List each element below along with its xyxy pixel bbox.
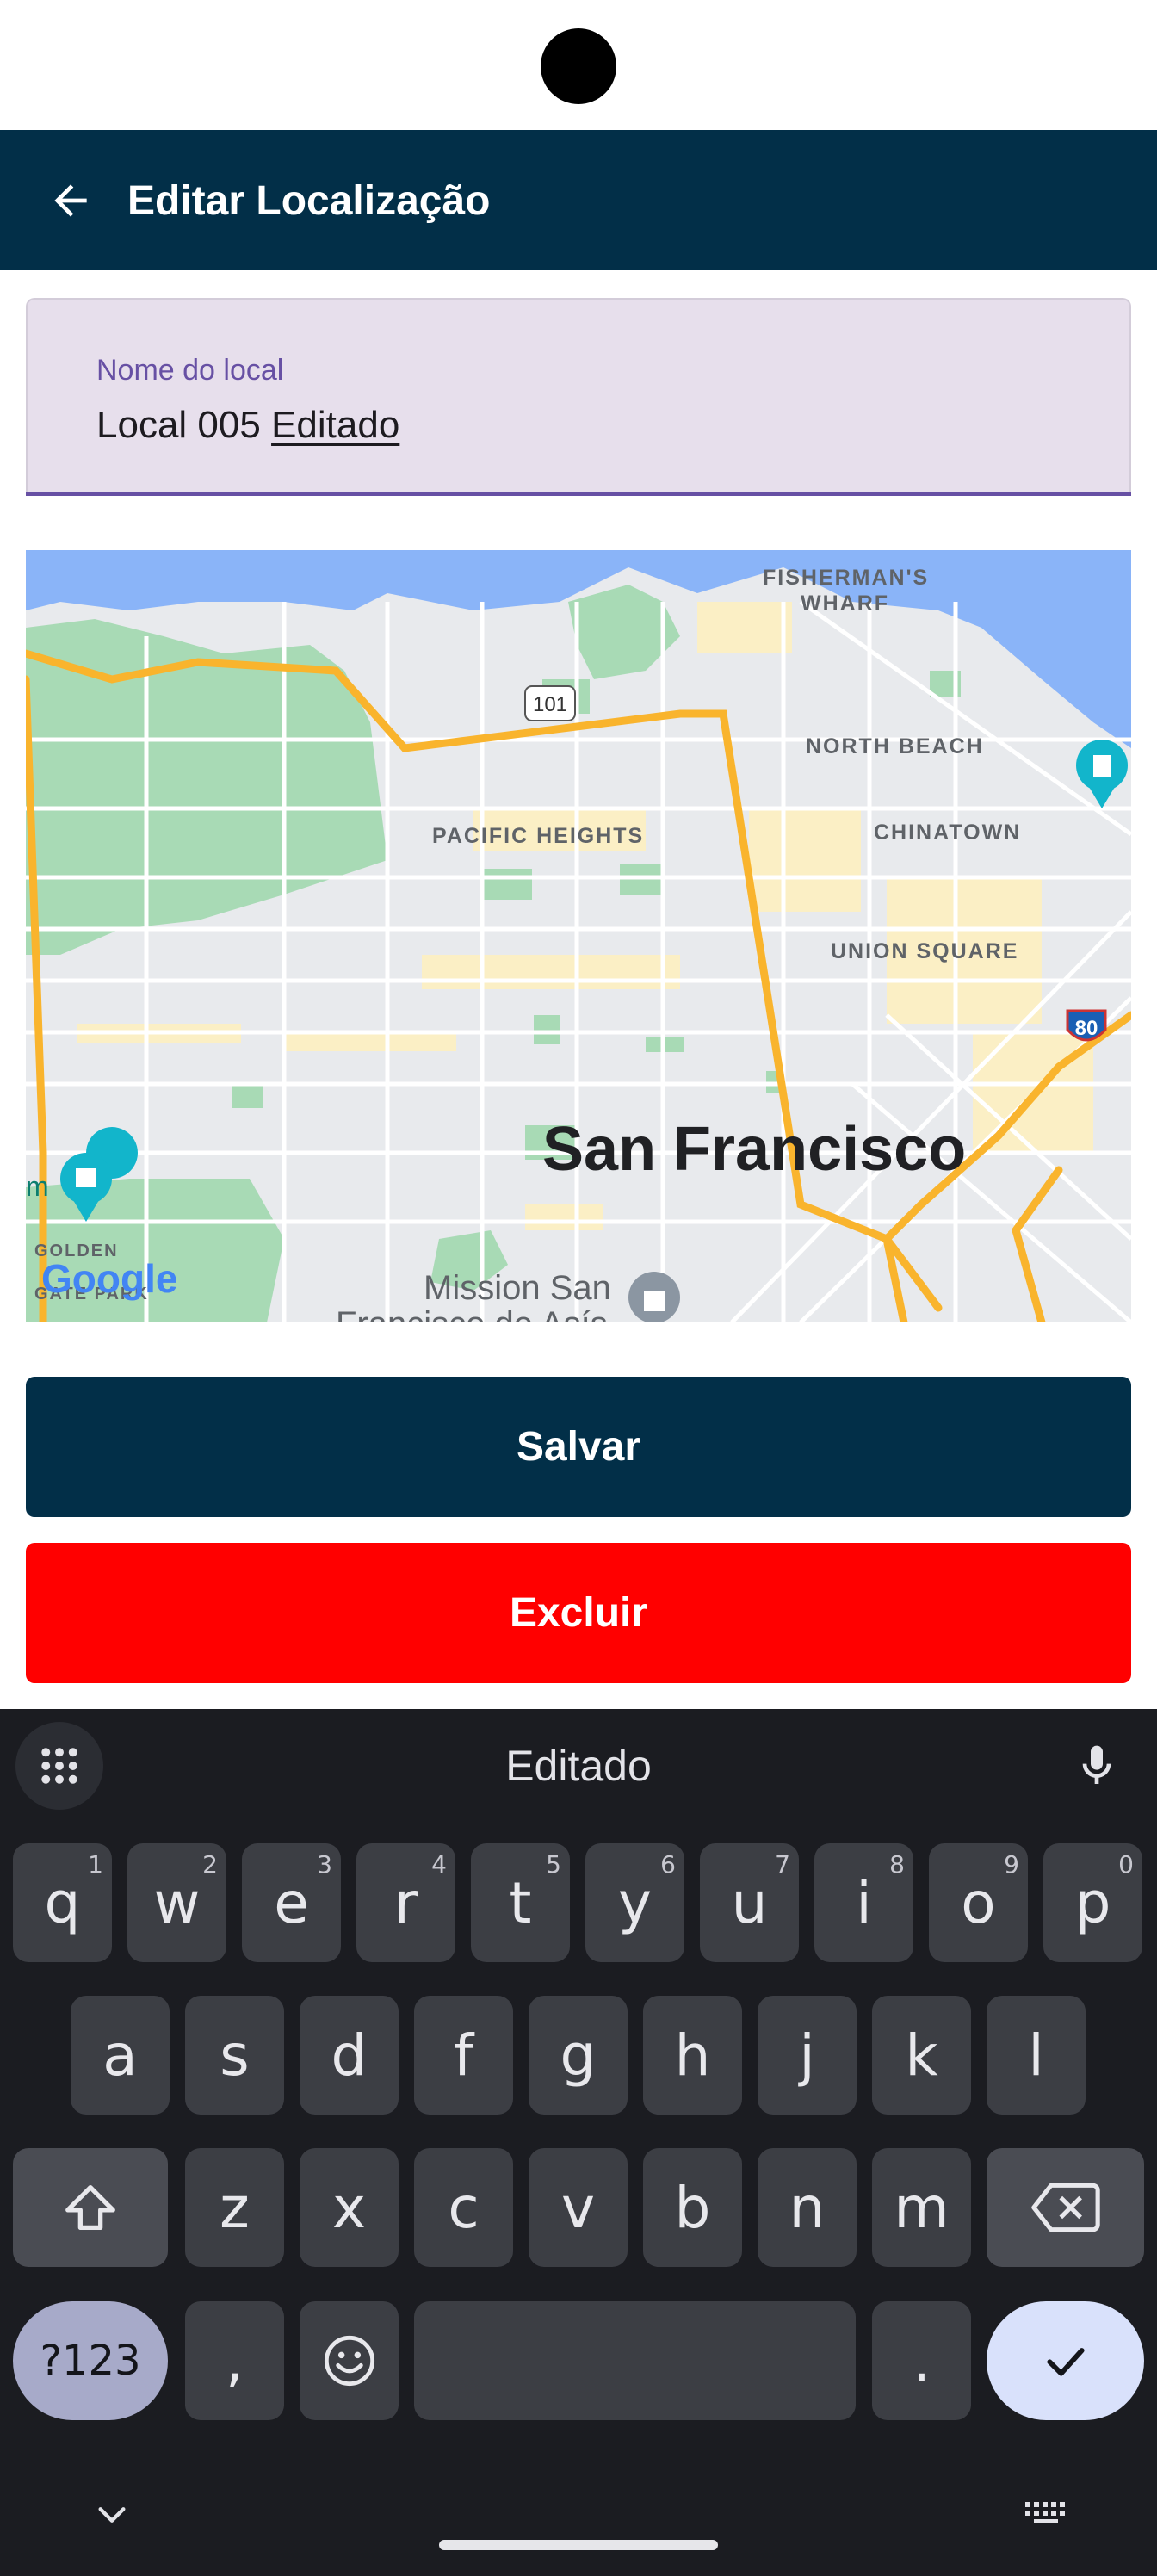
voice-input-button[interactable] [1059, 1725, 1135, 1807]
key-n[interactable]: n [758, 2148, 857, 2267]
map-label-fishermans-wharf: FISHERMAN'S [763, 566, 929, 590]
highway-101-label: 101 [533, 693, 567, 716]
key-label: r [393, 1869, 418, 1936]
field-label: Nome do local [96, 354, 284, 387]
map-label-chinatown: CHINATOWN [874, 820, 1021, 845]
check-icon [1046, 2348, 1085, 2376]
key-hint: 7 [775, 1850, 790, 1879]
field-focus-indicator [26, 492, 1131, 496]
soft-keyboard [0, 1709, 1157, 2576]
location-name-field[interactable] [26, 298, 1131, 494]
map-label-pacific-heights: PACIFIC HEIGHTS [432, 824, 644, 848]
period-key[interactable]: . [872, 2301, 971, 2420]
key-hint: 8 [889, 1850, 905, 1879]
comma-key[interactable]: , [185, 2301, 284, 2420]
key-g[interactable]: g [529, 1996, 628, 2115]
save-button[interactable]: Salvar [26, 1377, 1131, 1517]
key-z[interactable]: z [185, 2148, 284, 2267]
key-label: w [153, 1869, 201, 1936]
map-label-north-beach: NORTH BEACH [806, 734, 984, 759]
key-hint: 6 [660, 1850, 676, 1879]
chevron-down-icon [98, 2507, 126, 2523]
church-pin-icon[interactable] [628, 1272, 680, 1322]
key-label: y [617, 1869, 653, 1936]
highway-80-label: 80 [1075, 1017, 1098, 1040]
key-s[interactable]: s [185, 1996, 284, 2115]
key-hint: 9 [1004, 1850, 1019, 1879]
emoji-icon [324, 2335, 374, 2387]
key-w[interactable]: w2 [127, 1843, 226, 1962]
key-o[interactable]: o9 [929, 1843, 1028, 1962]
key-label: i [856, 1869, 872, 1936]
backspace-key[interactable] [987, 2148, 1144, 2267]
switch-keyboard-button[interactable] [1020, 2495, 1072, 2530]
field-value-text: Local 005 [96, 404, 272, 446]
key-hint: 5 [546, 1850, 561, 1879]
key-i[interactable]: i8 [814, 1843, 913, 1962]
google-logo: Google [41, 1256, 177, 1301]
done-key[interactable] [987, 2301, 1144, 2420]
key-e[interactable]: e3 [242, 1843, 341, 1962]
key-t[interactable]: t5 [471, 1843, 570, 1962]
key-v[interactable]: v [529, 2148, 628, 2267]
microphone-icon [1082, 1745, 1111, 1784]
map-label-union-square: UNION SQUARE [831, 939, 1018, 963]
key-label: p [1074, 1869, 1111, 1936]
hide-keyboard-button[interactable] [86, 2493, 138, 2536]
key-h[interactable]: h [643, 1996, 742, 2115]
key-b[interactable]: b [643, 2148, 742, 2267]
map-label-mission-2: Francisco de Asís [336, 1305, 608, 1322]
camera-cutout [541, 28, 616, 104]
keyboard-icon [1025, 2502, 1065, 2523]
emoji-key[interactable] [300, 2301, 399, 2420]
map-label-edge: m [26, 1171, 49, 1202]
key-d[interactable]: d [300, 1996, 399, 2115]
key-q[interactable]: q1 [13, 1843, 112, 1962]
map-view[interactable]: 101 80 FISHERMAN'S WHARF NORTH BEACH PAC… [26, 550, 1131, 1322]
delete-button[interactable]: Excluir [26, 1543, 1131, 1683]
key-k[interactable]: k [872, 1996, 971, 2115]
key-y[interactable]: y6 [585, 1843, 684, 1962]
map-label-mission: Mission San [424, 1269, 611, 1307]
location-name-input[interactable]: Local 005 Editado [96, 401, 399, 449]
backspace-icon [1030, 2183, 1100, 2232]
key-j[interactable]: j [758, 1996, 857, 2115]
page-title: Editar Localização [127, 178, 491, 224]
key-r[interactable]: r4 [356, 1843, 455, 1962]
key-l[interactable]: l [987, 1996, 1086, 2115]
status-bar [0, 0, 1157, 130]
key-p[interactable]: p0 [1043, 1843, 1142, 1962]
key-label: u [731, 1869, 768, 1936]
keyboard-suggestion[interactable]: Editado [0, 1738, 1157, 1793]
key-label: t [509, 1869, 532, 1936]
key-f[interactable]: f [414, 1996, 513, 2115]
key-a[interactable]: a [71, 1996, 170, 2115]
key-hint: 4 [431, 1850, 447, 1879]
key-u[interactable]: u7 [700, 1843, 799, 1962]
shift-icon [65, 2185, 115, 2230]
key-hint: 0 [1118, 1850, 1134, 1879]
key-x[interactable]: x [300, 2148, 399, 2267]
map-label-wharf: WHARF [801, 591, 889, 616]
composing-text: Editado [271, 404, 400, 446]
key-c[interactable]: c [414, 2148, 513, 2267]
key-hint: 1 [88, 1850, 103, 1879]
key-hint: 2 [202, 1850, 218, 1879]
key-label: q [44, 1869, 81, 1936]
space-key[interactable] [414, 2301, 856, 2420]
key-m[interactable]: m [872, 2148, 971, 2267]
arrow-back-icon [54, 184, 87, 217]
gesture-nav-handle[interactable] [439, 2540, 718, 2550]
key-label: e [274, 1869, 309, 1936]
symbols-key[interactable]: ?123 [13, 2301, 168, 2420]
map-label-san-francisco: San Francisco [542, 1115, 966, 1184]
key-label: o [961, 1869, 996, 1936]
shift-key[interactable] [13, 2148, 168, 2267]
back-button[interactable] [34, 164, 107, 237]
key-hint: 3 [317, 1850, 332, 1879]
